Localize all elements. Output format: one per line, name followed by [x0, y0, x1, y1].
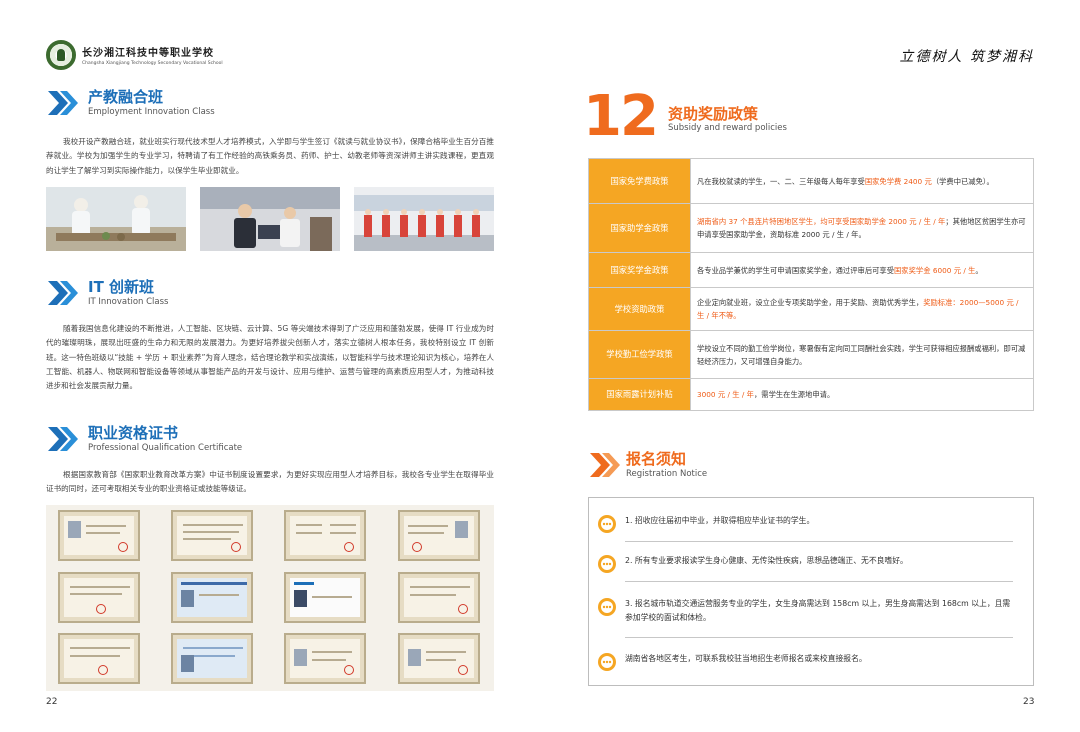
certificate-image [284, 572, 366, 623]
policy-description: 各专业品学兼优的学生可申请国家奖学金，通过评审后可享受国家奖学金 6000 元 … [690, 252, 1034, 288]
certificate-image [398, 633, 480, 684]
chevron-double-icon [46, 88, 80, 118]
photo-pharmacy-training [46, 187, 186, 251]
page-number-right: 23 [1023, 697, 1035, 707]
notice-text: 2. 所有专业要求报读学生身心健康、无传染性疾病，思想品德端正、无不良嗜好。 [625, 556, 908, 565]
policy-text: ，需学生在生源地申请。 [753, 390, 835, 399]
policy-highlight: 3000 元 / 生 / 年 [697, 390, 754, 399]
notice-item: 1. 招收应往届初中毕业，并取得相应毕业证书的学生。 [597, 514, 1017, 534]
policy-name: 国家免学费政策 [588, 158, 691, 204]
policy-table: 国家免学费政策 凡在我校就读的学生，一、二、三年级每人每年享受国家免学费 2400… [588, 158, 1034, 411]
policy-description: 学校设立不同的勤工俭学岗位，寒暑假有定向同工同酬社会实践，学生可获得相应报酬或福… [690, 330, 1034, 379]
speech-bubble-icon [598, 515, 616, 533]
certificate-image [58, 572, 140, 623]
certificate-image [171, 572, 253, 623]
divider [625, 637, 1013, 638]
chevron-double-icon [46, 424, 80, 454]
policy-text: 学校设立不同的勤工俭学岗位，寒暑假有定向同工同酬社会实践，学生可获得相应报酬或福… [697, 343, 1026, 366]
policy-highlight: 国家免学费 2400 元 [864, 176, 932, 186]
certificate-image [398, 572, 480, 623]
notice-text: 1. 招收应往届初中毕业，并取得相应毕业证书的学生。 [625, 516, 815, 525]
school-motto: 立德树人 筑梦湘科 [899, 49, 1034, 65]
certificate-image [171, 510, 253, 561]
policy-name: 国家雨露计划补贴 [588, 378, 691, 411]
notice-item: 3. 报名城市轨道交通运营服务专业的学生，女生身高需达到 158cm 以上，男生… [597, 597, 1017, 625]
policy-text: 。 [975, 265, 983, 275]
section-title-en: IT Innovation Class [88, 297, 169, 307]
notice-text: 湖南省各地区考生，可联系我校驻当地招生老师报名或来校直接报名。 [625, 654, 867, 663]
section-title-en: Employment Innovation Class [88, 107, 215, 117]
policy-title-en: Subsidy and reward policies [668, 123, 787, 133]
policy-title-cn: 资助奖励政策 [668, 105, 759, 123]
policy-row: 国家免学费政策 凡在我校就读的学生，一、二、三年级每人每年享受国家免学费 2400… [588, 158, 1034, 204]
policy-row: 学校勤工俭学政策 学校设立不同的勤工俭学岗位，寒暑假有定向同工同酬社会实践，学生可… [588, 330, 1034, 379]
certificate-gallery [46, 505, 494, 691]
chevron-double-icon [588, 450, 622, 480]
notice-text: 3. 报名城市轨道交通运营服务专业的学生，女生身高需达到 158cm 以上，男生… [625, 599, 1011, 622]
left-page: 长沙湘江科技中等职业学校 Changsha Xiangjiang Technol… [0, 0, 540, 732]
certificate-image [171, 633, 253, 684]
policy-row: 学校资助政策 企业定向就业班，设立企业专项奖助学金，用于奖励、资助优秀学生，奖励标… [588, 287, 1034, 331]
certificate-image [398, 510, 480, 561]
policy-description: 湖南省内 37 个县连片特困地区学生，均可享受国家助学金 2000 元 / 生 … [690, 203, 1034, 253]
chevron-double-icon [46, 278, 80, 308]
school-name-en: Changsha Xiangjiang Technology Secondary… [82, 61, 223, 66]
policy-name: 学校资助政策 [588, 287, 691, 331]
section-paragraph: 根据国家教育部《国家职业教育改革方案》中证书制度设置要求，为更好实现应用型人才培… [46, 470, 494, 494]
policy-text: （学费中已减免）。 [931, 176, 994, 186]
section-paragraph: 我校开设产教融合班，就业班实行现代技术型人才培养模式，入学即与学生签订《就读与就… [46, 137, 494, 175]
certificate-image [58, 510, 140, 561]
policy-highlight: 湖南省内 37 个县连片特困地区学生，均可享受国家助学金 2000 元 / 生 … [697, 217, 946, 226]
policy-text: 凡在我校就读的学生，一、二、三年级每人每年享受 [697, 176, 865, 186]
policy-text: 各专业品学兼优的学生可申请国家奖学金，通过评审后可享受 [697, 265, 895, 275]
policy-text: 企业定向就业班，设立企业专项奖助学金，用于奖励、资助优秀学生， [697, 298, 924, 307]
divider [625, 581, 1013, 582]
divider [625, 541, 1013, 542]
registration-header: 报名须知 Registration Notice [588, 450, 707, 480]
policy-row: 国家助学金政策 湖南省内 37 个县连片特困地区学生，均可享受国家助学金 2000… [588, 203, 1034, 253]
certificate-image [58, 633, 140, 684]
policy-name: 国家助学金政策 [588, 203, 691, 253]
photo-it-class [200, 187, 340, 251]
speech-bubble-icon [598, 555, 616, 573]
registration-title-en: Registration Notice [626, 469, 708, 479]
section-paragraph: 随着我国信息化建设的不断推进，人工智能、区块链、云计算、5G 等尖端技术得到了广… [46, 324, 494, 391]
certificate-image [284, 633, 366, 684]
school-emblem-icon [46, 40, 76, 70]
certificate-image [284, 510, 366, 561]
section-header-it-class: IT 创新班 IT Innovation Class [46, 278, 168, 308]
section-title-cn: 产教融合班 [88, 88, 164, 106]
policy-description: 3000 元 / 生 / 年，需学生在生源地申请。 [690, 378, 1034, 411]
policy-row: 国家奖学金政策 各专业品学兼优的学生可申请国家奖学金，通过评审后可享受国家奖学金 … [588, 252, 1034, 288]
section-number: 12 [583, 84, 659, 149]
registration-notice-box: 1. 招收应往届初中毕业，并取得相应毕业证书的学生。 2. 所有专业要求报读学生… [588, 497, 1034, 686]
section-title-en: Professional Qualification Certificate [88, 443, 243, 453]
section-header-certificate: 职业资格证书 Professional Qualification Certif… [46, 424, 242, 454]
policy-name: 学校勤工俭学政策 [588, 330, 691, 379]
policy-description: 企业定向就业班，设立企业专项奖助学金，用于奖励、资助优秀学生，奖励标准：2000… [690, 287, 1034, 331]
school-logo: 长沙湘江科技中等职业学校 Changsha Xiangjiang Technol… [46, 40, 223, 70]
speech-bubble-icon [598, 653, 616, 671]
notice-item: 2. 所有专业要求报读学生身心健康、无传染性疾病，思想品德端正、无不良嗜好。 [597, 554, 1017, 574]
photo-railway-class [354, 187, 494, 251]
policy-description: 凡在我校就读的学生，一、二、三年级每人每年享受国家免学费 2400 元（学费中已… [690, 158, 1034, 204]
section-title-cn: IT 创新班 [88, 278, 155, 296]
section-title-cn: 职业资格证书 [88, 424, 179, 442]
policy-row: 国家雨露计划补贴 3000 元 / 生 / 年，需学生在生源地申请。 [588, 378, 1034, 411]
page-number-left: 22 [46, 697, 58, 707]
policy-name: 国家奖学金政策 [588, 252, 691, 288]
section-header-industry-class: 产教融合班 Employment Innovation Class [46, 88, 215, 118]
school-name-cn: 长沙湘江科技中等职业学校 [82, 48, 214, 59]
notice-item: 湖南省各地区考生，可联系我校驻当地招生老师报名或来校直接报名。 [597, 652, 1017, 672]
registration-title-cn: 报名须知 [626, 450, 687, 468]
policy-highlight: 国家奖学金 6000 元 / 生 [894, 265, 976, 275]
speech-bubble-icon [598, 598, 616, 616]
